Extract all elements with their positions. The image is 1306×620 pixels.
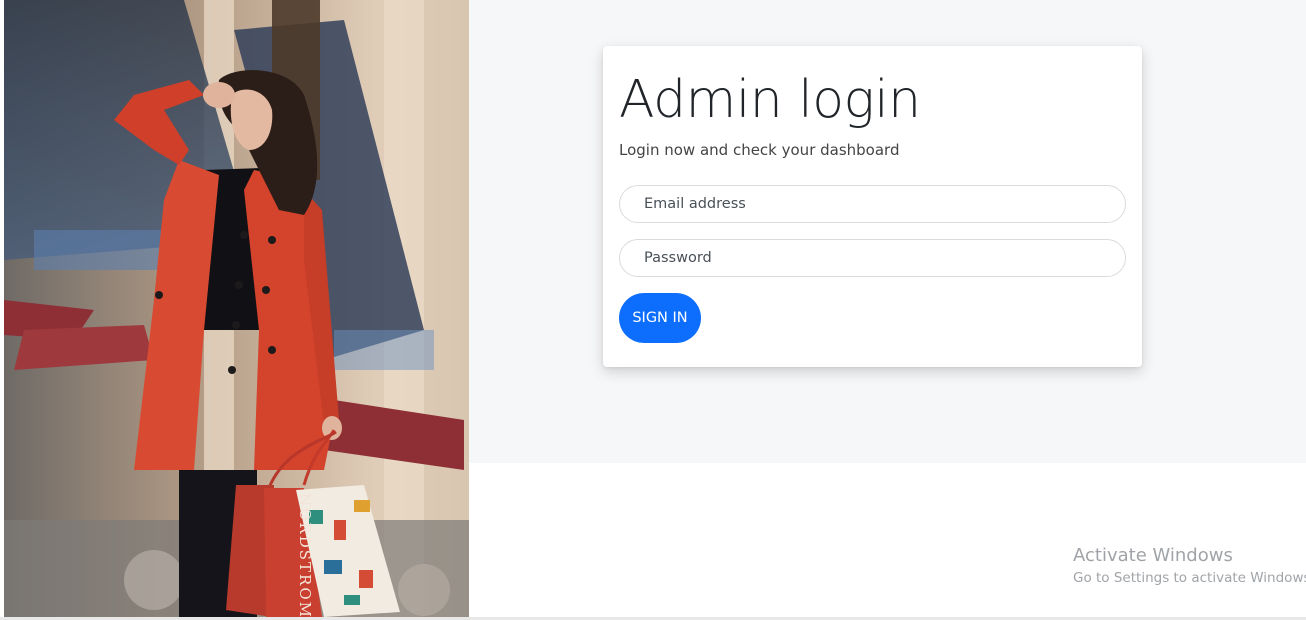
page-title: Admin login xyxy=(619,70,921,130)
watermark-title: Activate Windows xyxy=(1073,545,1233,566)
hero-image: NORDSTROM xyxy=(4,0,469,617)
password-field[interactable] xyxy=(619,239,1126,277)
windows-activation-watermark: Activate Windows Go to Settings to activ… xyxy=(1073,545,1306,588)
login-card: Admin login Login now and check your das… xyxy=(603,46,1142,367)
sign-in-button[interactable]: SIGN IN xyxy=(619,293,701,343)
bag-brand-text: NORDSTROM xyxy=(296,493,314,617)
login-subtitle: Login now and check your dashboard xyxy=(619,141,900,159)
email-field[interactable] xyxy=(619,185,1126,223)
watermark-subtitle: Go to Settings to activate Windows xyxy=(1073,570,1306,586)
